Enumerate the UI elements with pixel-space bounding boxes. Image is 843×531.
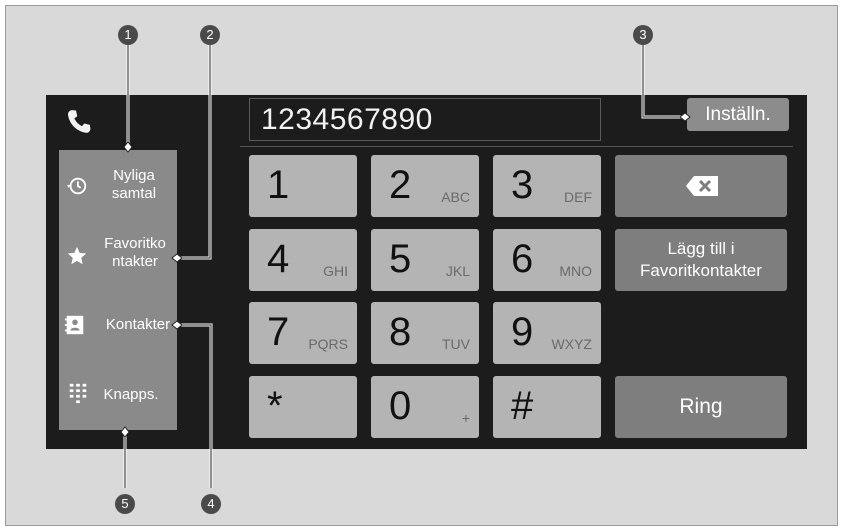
key-digit: # bbox=[511, 384, 534, 428]
key-9[interactable]: 9 WXYZ bbox=[493, 302, 601, 364]
sidebar-item-keypad[interactable]: Knapps. bbox=[59, 360, 177, 430]
key-letters: WXYZ bbox=[551, 336, 592, 352]
key-3[interactable]: 3 DEF bbox=[493, 155, 601, 217]
key-4[interactable]: 4 GHI bbox=[249, 229, 357, 291]
sidebar-label-line1: Nyliga bbox=[113, 167, 155, 184]
key-digit: 8 bbox=[389, 310, 412, 354]
keypad-icon bbox=[69, 383, 87, 404]
key-digit: 1 bbox=[267, 163, 290, 207]
key-hash[interactable]: # bbox=[493, 376, 601, 438]
key-letters: PQRS bbox=[308, 336, 348, 352]
key-letters: + bbox=[461, 410, 470, 426]
key-6[interactable]: 6 MNO bbox=[493, 229, 601, 291]
sidebar-label: Kontakter bbox=[105, 316, 171, 333]
sidebar-label-line1: Favoritko bbox=[104, 235, 166, 252]
key-5[interactable]: 5 JKL bbox=[371, 229, 479, 291]
history-icon bbox=[66, 177, 87, 195]
callout-1: 1 bbox=[118, 25, 138, 45]
backspace-button[interactable] bbox=[615, 155, 787, 217]
key-letters: MNO bbox=[559, 263, 592, 279]
key-digit: 6 bbox=[511, 237, 534, 281]
sidebar-item-contacts[interactable]: Kontakter bbox=[59, 290, 177, 360]
header-divider bbox=[240, 146, 793, 147]
key-letters: DEF bbox=[564, 189, 592, 205]
key-letters: ABC bbox=[441, 189, 470, 205]
key-digit: * bbox=[267, 384, 283, 428]
key-letters: GHI bbox=[323, 263, 348, 279]
key-letters: TUV bbox=[442, 336, 470, 352]
key-digit: 3 bbox=[511, 163, 534, 207]
add-favorite-line2: Favoritkontakter bbox=[640, 261, 762, 280]
add-favorite-button[interactable]: Lägg till i Favoritkontakter bbox=[615, 229, 787, 291]
key-2[interactable]: 2 ABC bbox=[371, 155, 479, 217]
sidebar-label: Knapps. bbox=[103, 386, 159, 403]
key-digit: 7 bbox=[267, 310, 290, 354]
settings-button[interactable]: Inställn. bbox=[687, 98, 789, 131]
key-8[interactable]: 8 TUV bbox=[371, 302, 479, 364]
key-digit: 2 bbox=[389, 163, 412, 207]
key-1[interactable]: 1 bbox=[249, 155, 357, 217]
key-7[interactable]: 7 PQRS bbox=[249, 302, 357, 364]
contacts-icon bbox=[64, 315, 84, 335]
callout-5: 5 bbox=[115, 494, 135, 514]
star-icon bbox=[67, 246, 87, 265]
key-digit: 9 bbox=[511, 310, 534, 354]
phone-icon bbox=[67, 110, 91, 133]
callout-4: 4 bbox=[201, 494, 221, 514]
backspace-icon bbox=[686, 176, 718, 196]
key-digit: 4 bbox=[267, 237, 290, 281]
add-favorite-line1: Lägg till i bbox=[667, 239, 735, 258]
phone-number-display[interactable]: 1234567890 bbox=[249, 98, 601, 141]
sidebar-label-line2: ntakter bbox=[112, 253, 158, 270]
sidebar-label-line2: samtal bbox=[111, 185, 157, 202]
sidebar-item-recent-calls[interactable]: Nyliga samtal bbox=[59, 150, 177, 220]
callout-3: 3 bbox=[633, 25, 653, 45]
key-0[interactable]: 0 + bbox=[371, 376, 479, 438]
call-button[interactable]: Ring bbox=[615, 376, 787, 438]
key-digit: 5 bbox=[389, 237, 412, 281]
key-letters: JKL bbox=[445, 263, 470, 279]
key-star[interactable]: * bbox=[249, 376, 357, 438]
sidebar-item-favorites[interactable]: Favoritko ntakter bbox=[59, 220, 177, 290]
callout-2: 2 bbox=[200, 25, 220, 45]
key-digit: 0 bbox=[389, 384, 412, 428]
